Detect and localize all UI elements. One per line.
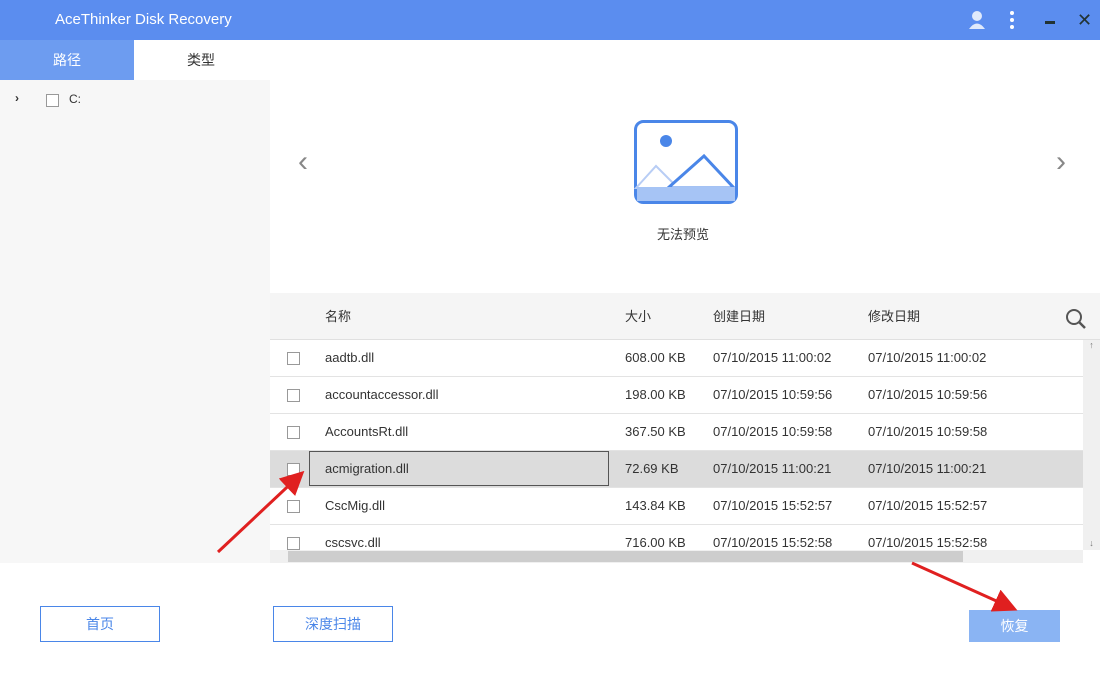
table-header: 名称 大小 创建日期 修改日期 bbox=[270, 293, 1100, 340]
expand-chevron-icon[interactable]: › bbox=[15, 91, 19, 105]
focus-outline bbox=[309, 451, 609, 486]
no-preview-label: 无法预览 bbox=[657, 224, 709, 243]
table-row[interactable]: AccountsRt.dll 367.50 KB 07/10/2015 10:5… bbox=[270, 414, 1083, 451]
modified-date: 07/10/2015 10:59:58 bbox=[868, 414, 987, 450]
row-checkbox[interactable] bbox=[287, 352, 300, 365]
table-row[interactable]: accountaccessor.dll 198.00 KB 07/10/2015… bbox=[270, 377, 1083, 414]
col-name[interactable]: 名称 bbox=[325, 293, 351, 340]
modified-date: 07/10/2015 10:59:56 bbox=[868, 377, 987, 413]
tab-path[interactable]: 路径 bbox=[0, 40, 134, 80]
row-checkbox[interactable] bbox=[287, 463, 300, 476]
modified-date: 07/10/2015 11:00:02 bbox=[868, 340, 986, 376]
search-icon[interactable] bbox=[1065, 308, 1087, 333]
created-date: 07/10/2015 10:59:56 bbox=[713, 377, 832, 413]
file-size: 608.00 KB bbox=[625, 340, 686, 376]
title-bar: AceThinker Disk Recovery ✕ bbox=[0, 0, 1100, 40]
image-placeholder-icon bbox=[634, 120, 738, 207]
row-checkbox[interactable] bbox=[287, 500, 300, 513]
vertical-scrollbar[interactable]: ↑ ↓ bbox=[1083, 340, 1100, 550]
preview-pane: ‹ › 无法预览 bbox=[270, 80, 1100, 293]
row-checkbox[interactable] bbox=[287, 537, 300, 550]
file-name: accountaccessor.dll bbox=[325, 377, 438, 413]
scrollbar-thumb[interactable] bbox=[288, 551, 963, 562]
folder-tree: › C: bbox=[0, 80, 270, 563]
created-date: 07/10/2015 11:00:21 bbox=[713, 451, 831, 487]
more-menu-icon[interactable] bbox=[1008, 10, 1016, 30]
home-button[interactable]: 首页 bbox=[40, 606, 160, 642]
col-created[interactable]: 创建日期 bbox=[713, 293, 765, 340]
row-checkbox[interactable] bbox=[287, 389, 300, 402]
created-date: 07/10/2015 15:52:57 bbox=[713, 488, 832, 524]
created-date: 07/10/2015 11:00:02 bbox=[713, 340, 831, 376]
recover-button[interactable]: 恢复 bbox=[969, 610, 1060, 642]
file-name: CscMig.dll bbox=[325, 488, 385, 524]
created-date: 07/10/2015 10:59:58 bbox=[713, 414, 832, 450]
file-size: 367.50 KB bbox=[625, 414, 686, 450]
modified-date: 07/10/2015 11:00:21 bbox=[868, 451, 986, 487]
col-modified[interactable]: 修改日期 bbox=[868, 293, 920, 340]
file-size: 143.84 KB bbox=[625, 488, 686, 524]
col-size[interactable]: 大小 bbox=[625, 293, 651, 340]
tab-bar: 路径 类型 bbox=[0, 40, 1100, 80]
file-size: 198.00 KB bbox=[625, 377, 686, 413]
minimize-icon[interactable] bbox=[1045, 21, 1055, 24]
modified-date: 07/10/2015 15:52:57 bbox=[868, 488, 987, 524]
file-name: aadtb.dll bbox=[325, 340, 374, 376]
table-row[interactable]: CscMig.dll 143.84 KB 07/10/2015 15:52:57… bbox=[270, 488, 1083, 525]
table-row[interactable]: aadtb.dll 608.00 KB 07/10/2015 11:00:02 … bbox=[270, 340, 1083, 377]
app-title: AceThinker Disk Recovery bbox=[55, 11, 232, 28]
user-icon[interactable] bbox=[968, 10, 986, 30]
row-checkbox[interactable] bbox=[287, 426, 300, 439]
file-name: AccountsRt.dll bbox=[325, 414, 408, 450]
file-size: 72.69 KB bbox=[625, 451, 679, 487]
drive-checkbox[interactable] bbox=[46, 94, 59, 107]
horizontal-scrollbar[interactable] bbox=[270, 550, 1083, 563]
table-row[interactable]: acmigration.dll 72.69 KB 07/10/2015 11:0… bbox=[270, 451, 1083, 488]
close-icon[interactable]: ✕ bbox=[1077, 12, 1092, 28]
prev-arrow-icon[interactable]: ‹ bbox=[298, 145, 308, 179]
tab-type[interactable]: 类型 bbox=[134, 40, 268, 80]
deep-scan-button[interactable]: 深度扫描 bbox=[273, 606, 393, 642]
next-arrow-icon[interactable]: › bbox=[1056, 145, 1066, 179]
drive-label[interactable]: C: bbox=[69, 92, 81, 106]
